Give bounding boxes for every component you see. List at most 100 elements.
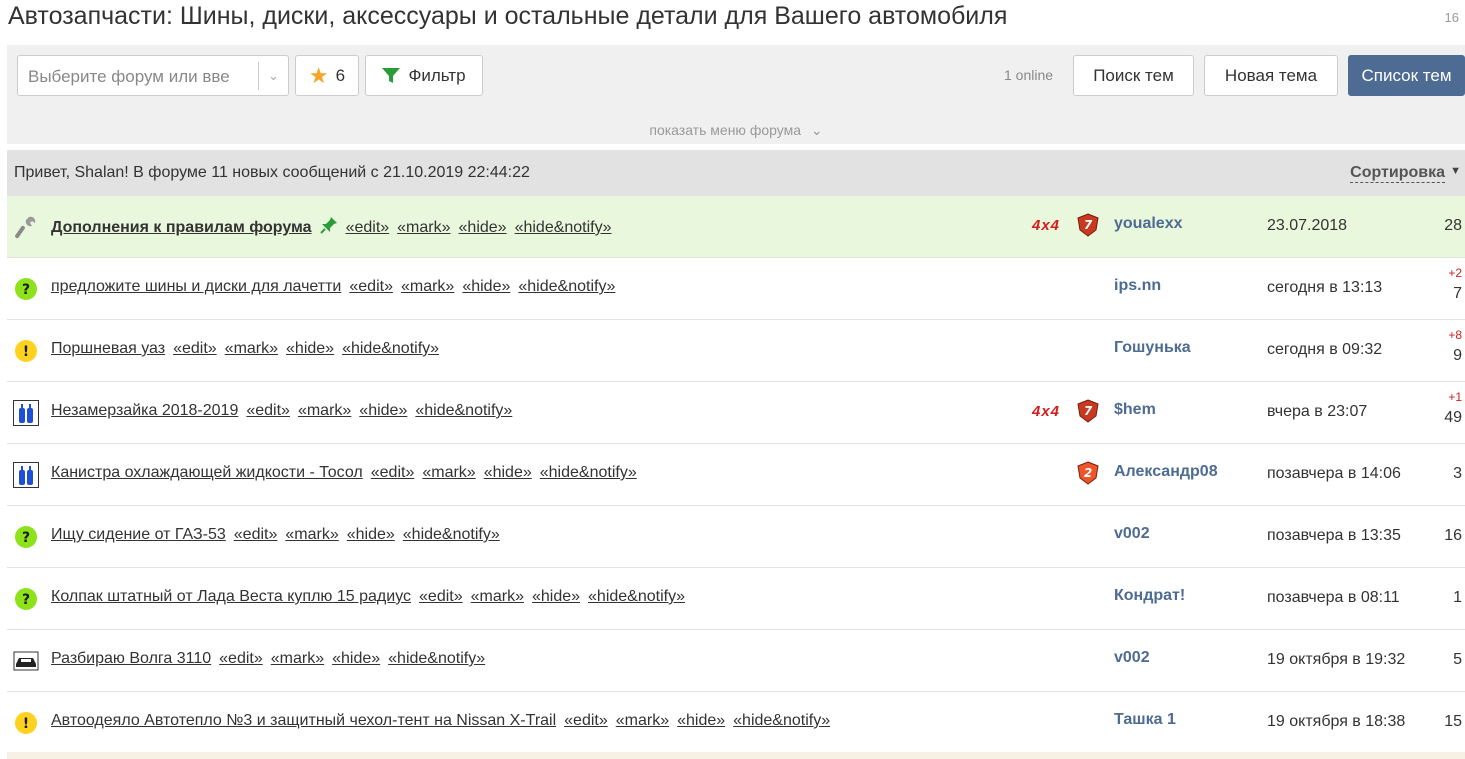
topic-title-link[interactable]: Ищу сидение от ГАЗ-53 [51,526,226,543]
author-link[interactable]: youalexx [1114,215,1182,233]
online-count: 1 online [1004,67,1054,83]
reply-count: 49 [1444,409,1462,426]
page-counter: 16 [1444,10,1459,25]
caret-down-icon[interactable]: ▼ [1450,165,1461,177]
wrench-icon [13,214,39,240]
topic-row: ! Автоодеяло Автотепло №3 и защитный чехо… [7,692,1465,754]
hide-link[interactable]: «hide» [532,588,580,605]
edit-link[interactable]: «edit» [246,402,290,419]
hide-notify-link[interactable]: «hide&notify» [415,402,512,419]
question-icon: ? [13,586,39,612]
hide-notify-link[interactable]: «hide&notify» [403,526,500,543]
topic-title-link[interactable]: Автоодеяло Автотепло №3 и защитный чехол… [51,712,556,729]
sort-dropdown[interactable]: Сортировка [1350,164,1445,183]
edit-link[interactable]: «edit» [219,650,263,667]
topic-title-link[interactable]: Поршневая уаз [51,340,165,357]
rank-badge-icon: 7 [1076,399,1100,423]
topic-row: Разбираю Волга 3110 «edit» «mark» «hide» «hi… [7,630,1465,692]
hide-link[interactable]: «hide» [484,464,532,481]
author-link[interactable]: v002 [1114,525,1150,543]
hide-link[interactable]: «hide» [347,526,395,543]
chevron-down-icon[interactable]: ⌄ [268,68,279,84]
bottles-icon [13,400,39,426]
hide-notify-link[interactable]: «hide&notify» [518,278,615,295]
topic-list-button[interactable]: Список тем [1348,55,1465,96]
last-post-date: 19 октября в 19:32 [1267,651,1406,668]
new-topic-button[interactable]: Новая тема [1204,55,1338,96]
mark-link[interactable]: «mark» [298,402,351,419]
topic-title-link[interactable]: Колпак штатный от Лада Веста куплю 15 ра… [51,588,411,605]
hide-notify-link[interactable]: «hide&notify» [588,588,685,605]
topic-title-link[interactable]: Разбираю Волга 3110 [51,650,211,667]
mark-link[interactable]: «mark» [401,278,454,295]
forum-select[interactable]: Выберите форум или вве ⌄ [17,55,289,96]
mark-link[interactable]: «mark» [225,340,278,357]
reply-count: 1 [1453,589,1462,606]
hide-link[interactable]: «hide» [677,712,725,729]
mark-link[interactable]: «mark» [271,650,324,667]
new-posts-count[interactable]: +1 [1448,390,1462,404]
new-posts-count[interactable]: +2 [1448,266,1462,280]
author-link[interactable]: Кондрат! [1114,587,1185,605]
mark-link[interactable]: «mark» [471,588,524,605]
reply-count: 28 [1444,217,1462,234]
hide-link[interactable]: «hide» [332,650,380,667]
svg-text:?: ? [22,282,30,298]
hide-notify-link[interactable]: «hide&notify» [515,219,612,236]
favorites-button[interactable]: ★ 6 [295,55,359,96]
search-topics-button[interactable]: Поиск тем [1073,55,1194,96]
hide-notify-link[interactable]: «hide&notify» [733,712,830,729]
4x4-badge: 4x4 [1032,217,1061,234]
topic-row: Канистра охлаждающей жидкости - Тосол «ed… [7,444,1465,506]
forum-toolbar: Выберите форум или вве ⌄ ★ 6 Фильтр 1 on… [7,45,1465,116]
topic-row: Дополнения к правилам форума «edit» «mark»… [7,196,1465,258]
hide-link[interactable]: «hide» [462,278,510,295]
topic-title-link[interactable]: предложите шины и диски для лачетти [51,278,341,295]
edit-link[interactable]: «edit» [173,340,217,357]
edit-link[interactable]: «edit» [419,588,463,605]
edit-link[interactable]: «edit» [349,278,393,295]
topic-title-line: Канистра охлаждающей жидкости - Тосол «ed… [51,464,637,482]
rank-badge-icon: 2 [1076,461,1100,485]
hide-notify-link[interactable]: «hide&notify» [342,340,439,357]
show-forum-menu-toggle[interactable]: показать меню форума ⌄ [7,116,1465,144]
author-link[interactable]: Гошунька [1114,339,1191,357]
hide-notify-link[interactable]: «hide&notify» [540,464,637,481]
reply-count: 3 [1453,465,1462,482]
svg-text:!: ! [23,716,29,732]
hide-link[interactable]: «hide» [359,402,407,419]
filter-label: Фильтр [408,65,466,85]
exclamation-icon: ! [13,338,39,364]
mark-link[interactable]: «mark» [397,219,450,236]
new-posts-count[interactable]: +8 [1448,328,1462,342]
mark-link[interactable]: «mark» [616,712,669,729]
author-link[interactable]: $hem [1114,401,1156,419]
topic-row: ? предложите шины и диски для лачетти «edi… [7,258,1465,320]
edit-link[interactable]: «edit» [234,526,278,543]
topic-title-link[interactable]: Незамерзайка 2018-2019 [51,402,238,419]
author-link[interactable]: Александр08 [1114,463,1218,481]
hide-link[interactable]: «hide» [459,219,507,236]
last-post-date: позавчера в 13:35 [1267,527,1401,544]
mark-link[interactable]: «mark» [285,526,338,543]
last-post-date: позавчера в 08:11 [1267,589,1400,606]
author-link[interactable]: Ташка 1 [1114,711,1176,729]
last-post-date: позавчера в 14:06 [1267,465,1401,482]
edit-link[interactable]: «edit» [564,712,608,729]
edit-link[interactable]: «edit» [346,219,390,236]
mark-link[interactable]: «mark» [422,464,475,481]
pin-icon [319,216,338,239]
question-icon: ? [13,524,39,550]
svg-text:7: 7 [1084,404,1093,418]
author-link[interactable]: ips.nn [1114,277,1161,295]
author-link[interactable]: v002 [1114,649,1150,667]
edit-link[interactable]: «edit» [371,464,415,481]
topic-title-link[interactable]: Канистра охлаждающей жидкости - Тосол [51,464,363,481]
hide-link[interactable]: «hide» [286,340,334,357]
greeting-text: Привет, Shalan! В форуме 11 новых сообще… [14,164,530,181]
topic-title-link[interactable]: Дополнения к правилам форума [51,219,312,236]
chevron-down-icon: ⌄ [810,122,823,138]
bottles-icon [13,462,39,488]
hide-notify-link[interactable]: «hide&notify» [388,650,485,667]
filter-button[interactable]: Фильтр [365,55,483,96]
